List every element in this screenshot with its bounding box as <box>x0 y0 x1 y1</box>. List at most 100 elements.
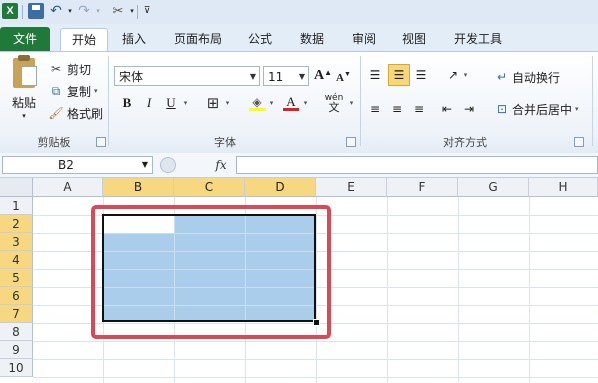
bold-button[interactable]: B <box>118 94 136 112</box>
name-box[interactable]: B2 ▼ <box>2 156 153 174</box>
grow-font-button[interactable]: A ▲ <box>314 66 332 86</box>
row-header-10[interactable]: 10 <box>0 359 33 377</box>
borders-dropdown-icon[interactable]: ▾ <box>222 94 232 112</box>
align-bottom-icon[interactable]: ☰ <box>412 66 430 84</box>
quick-access-toolbar: X ↶ ▾ ↷ ▾ ✂ ▾ ⊽ <box>0 0 598 25</box>
font-group-label: 字体 <box>214 136 236 149</box>
column-header-a[interactable]: A <box>33 178 103 197</box>
wrap-text-icon: ↵ <box>496 70 508 84</box>
italic-button[interactable]: I <box>140 94 158 112</box>
name-box-value: B2 <box>58 158 74 172</box>
column-header-d[interactable]: D <box>245 178 316 197</box>
customize-toolbar-icon[interactable]: ⊽ <box>139 3 155 19</box>
tab-formulas[interactable]: 公式 <box>240 28 280 50</box>
clipboard-group-label: 剪贴板 <box>37 136 71 149</box>
tab-page-layout[interactable]: 页面布局 <box>166 28 230 50</box>
font-color-bar <box>283 107 299 111</box>
underline-button[interactable]: U <box>162 94 180 112</box>
select-all-corner[interactable] <box>0 178 33 197</box>
excel-logo-icon[interactable]: X <box>2 3 18 19</box>
paint-bucket-icon: ◈ <box>252 94 262 109</box>
insert-function-button[interactable]: fx <box>208 156 234 174</box>
chevron-down-icon: ▼ <box>141 160 148 169</box>
align-middle-icon[interactable]: ☰ <box>388 64 410 86</box>
font-size-value: 11 <box>268 70 284 84</box>
row-header-7[interactable]: 7 <box>0 305 33 323</box>
clipboard-icon <box>13 55 37 88</box>
increase-indent-icon[interactable]: ⇥ <box>460 100 478 118</box>
tab-data[interactable]: 数据 <box>292 28 332 50</box>
borders-icon[interactable]: ⊞ <box>204 94 222 112</box>
formula-bar-expander-icon[interactable] <box>160 157 176 173</box>
paste-button[interactable]: 粘贴 ▾ <box>6 55 42 126</box>
fill-color-button[interactable]: ◈ <box>248 94 266 112</box>
phonetic-dropdown-icon[interactable]: ▾ <box>346 94 356 112</box>
toolbar-separator <box>137 5 138 19</box>
column-header-g[interactable]: G <box>458 178 529 197</box>
format-painter-button[interactable]: 🖌 格式刷 <box>48 104 103 122</box>
row-header-2[interactable]: 2 <box>0 215 33 233</box>
font-launcher-icon[interactable] <box>346 137 356 147</box>
merge-center-button[interactable]: ⊡ 合并后居中 ▾ <box>494 100 579 118</box>
row-header-6[interactable]: 6 <box>0 287 33 305</box>
font-color-button[interactable]: A <box>282 94 300 112</box>
column-header-f[interactable]: F <box>387 178 458 197</box>
row-header-9[interactable]: 9 <box>0 341 33 359</box>
spreadsheet-grid[interactable]: A B C D E F G H 1 2 3 4 5 6 7 8 9 10 <box>0 178 598 383</box>
font-size-select[interactable]: 11 ▼ <box>263 66 309 86</box>
scissors-icon: ✂ <box>50 62 62 76</box>
font-color-letter: A <box>286 93 296 109</box>
toolbar-separator <box>22 5 23 19</box>
ribbon-home: 粘贴 ▾ ✂ 剪切 ⧉ 复制 ▾ 🖌 格式刷 剪贴板 宋体 ▼ 11 ▼ A ▲ … <box>0 51 598 154</box>
align-left-icon[interactable]: ≡ <box>366 100 384 118</box>
font-name-select[interactable]: 宋体 ▼ <box>114 66 260 86</box>
fill-color-dropdown-icon[interactable]: ▾ <box>266 94 276 112</box>
grid-line <box>387 197 388 383</box>
column-header-b[interactable]: B <box>103 178 174 197</box>
orientation-dropdown-icon[interactable]: ▾ <box>460 66 470 84</box>
fill-color-bar <box>249 107 265 111</box>
alignment-launcher-icon[interactable] <box>574 137 584 147</box>
column-header-c[interactable]: C <box>174 178 245 197</box>
ribbon-tabs: 文件 开始 插入 页面布局 公式 数据 审阅 视图 开发工具 <box>0 24 598 51</box>
column-header-h[interactable]: H <box>529 178 598 197</box>
row-header-8[interactable]: 8 <box>0 323 33 341</box>
clipboard-launcher-icon[interactable] <box>96 137 106 147</box>
row-header-4[interactable]: 4 <box>0 251 33 269</box>
row-header-5[interactable]: 5 <box>0 269 33 287</box>
tab-file[interactable]: 文件 <box>0 27 50 51</box>
grow-font-letter: A <box>314 68 325 83</box>
tab-home[interactable]: 开始 <box>60 28 108 51</box>
phonetic-guide-button[interactable]: wén 文 <box>322 94 346 114</box>
grid-line <box>33 341 598 342</box>
grid-line <box>458 197 459 383</box>
tab-insert[interactable]: 插入 <box>112 28 156 50</box>
align-top-icon[interactable]: ☰ <box>366 66 384 84</box>
row-header-1[interactable]: 1 <box>0 197 33 215</box>
shrink-font-button[interactable]: A ▼ <box>336 68 351 88</box>
alignment-group-label: 对齐方式 <box>443 136 487 149</box>
save-icon[interactable] <box>28 3 44 19</box>
column-header-e[interactable]: E <box>316 178 387 197</box>
copy-button[interactable]: ⧉ 复制 ▾ <box>48 82 98 100</box>
redo-dropdown-icon[interactable]: ▾ <box>90 3 106 19</box>
align-center-icon[interactable]: ≡ <box>388 100 406 118</box>
wrap-text-button[interactable]: ↵ 自动换行 <box>494 68 560 86</box>
group-separator <box>592 56 593 146</box>
grid-line <box>529 197 530 383</box>
formula-input[interactable] <box>236 156 598 174</box>
tab-view[interactable]: 视图 <box>394 28 434 50</box>
tab-review[interactable]: 审阅 <box>344 28 384 50</box>
phonetic-glyph-icon: 文 <box>328 101 340 114</box>
underline-dropdown-icon[interactable]: ▾ <box>180 94 190 112</box>
cut-button[interactable]: ✂ 剪切 <box>48 60 91 78</box>
decrease-indent-icon[interactable]: ⇤ <box>438 100 456 118</box>
font-color-dropdown-icon[interactable]: ▾ <box>300 94 310 112</box>
decrease-arrow-icon: ▼ <box>343 70 351 78</box>
group-separator <box>360 56 361 146</box>
align-right-icon[interactable]: ≡ <box>410 100 428 118</box>
row-header-3[interactable]: 3 <box>0 233 33 251</box>
merge-cells-icon: ⊡ <box>496 102 508 116</box>
tab-developer[interactable]: 开发工具 <box>446 28 510 50</box>
font-name-value: 宋体 <box>119 70 144 84</box>
